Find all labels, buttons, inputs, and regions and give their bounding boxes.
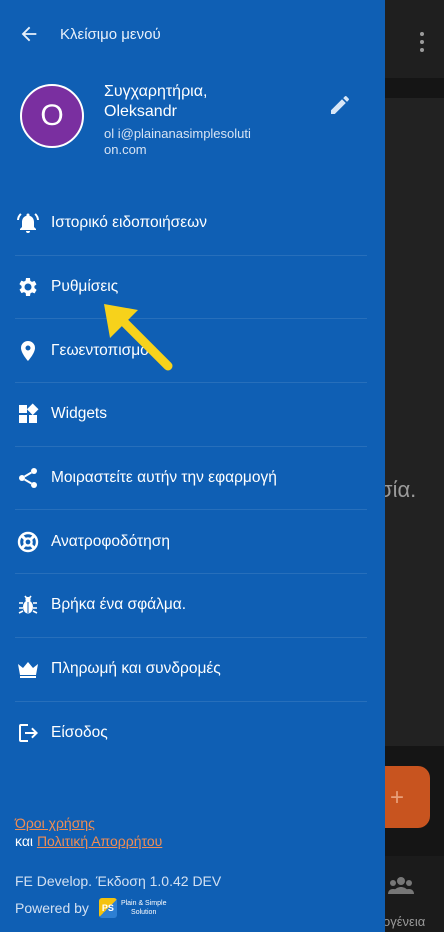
legal-links: Όροι χρήσης και Πολιτική Απορρήτου (15, 814, 375, 850)
menu-item-login[interactable]: Είσοδος (15, 702, 367, 766)
menu-item-label: Μοιραστείτε αυτήν την εφαρμογή (51, 469, 277, 487)
terms-of-use-link[interactable]: Όροι χρήσης (15, 815, 95, 831)
menu-item-label: Πληρωμή και συνδρομές (51, 660, 221, 678)
overflow-menu-icon[interactable] (420, 32, 426, 54)
menu-item-settings[interactable]: Ρυθμίσεις (15, 256, 367, 320)
menu-item-label: Ανατροφοδότηση (51, 532, 170, 550)
login-icon (15, 720, 41, 746)
menu-item-label: Widgets (51, 405, 107, 423)
arrow-back-icon (21, 26, 37, 42)
greeting: Συγχαρητήρια, Oleksandr (104, 82, 207, 122)
logo-text-line2: Solution (131, 909, 157, 916)
drawer-menu: Ιστορικό ειδοποιήσεων Ρυθμίσεις Γεωεντοπ… (15, 192, 367, 765)
annotation-arrow-icon (104, 304, 173, 371)
location-pin-icon (15, 338, 41, 364)
and-text: και (15, 833, 34, 849)
close-menu-label: Κλείσιμο μενού (60, 25, 161, 43)
group-icon[interactable] (388, 876, 414, 894)
menu-item-share-app[interactable]: Μοιραστείτε αυτήν την εφαρμογή (15, 447, 367, 511)
bell-ringing-icon (15, 210, 41, 236)
menu-item-widgets[interactable]: Widgets (15, 383, 367, 447)
navigation-drawer: Κλείσιμο μενού O Συγχαρητήρια, Oleksandr… (0, 0, 385, 932)
app-top-bar (385, 0, 444, 78)
add-fab-button[interactable] (380, 766, 430, 828)
edit-pencil-icon[interactable] (328, 93, 352, 117)
user-name: Oleksandr (104, 103, 177, 120)
user-profile: O Συγχαρητήρια, Oleksandr ol i@plainanas… (20, 82, 365, 182)
share-icon (15, 465, 41, 491)
company-logo[interactable]: PS Plain & Simple Solution (98, 898, 167, 918)
ps-logo-mark: PS (98, 898, 117, 918)
menu-item-notification-history[interactable]: Ιστορικό ειδοποιήσεων (15, 192, 367, 256)
plus-icon: + (390, 784, 405, 811)
logo-text-line1: Plain & Simple (120, 900, 167, 907)
menu-item-label: Βρήκα ένα σφάλμα. (51, 596, 187, 614)
powered-by: Powered by PS Plain & Simple Solution (15, 898, 166, 918)
user-email: ol i@plainanasimplesolution.com (104, 126, 251, 157)
content-card-text: σία. (385, 477, 417, 502)
menu-item-feedback[interactable]: Ανατροφοδότηση (15, 510, 367, 575)
menu-item-report-bug[interactable]: Βρήκα ένα σφάλμα. (15, 574, 367, 638)
greeting-line: Συγχαρητήρια, (104, 83, 208, 100)
ps-logo-text: Plain & Simple Solution (121, 899, 167, 917)
avatar[interactable]: O (20, 84, 84, 148)
gear-icon (15, 274, 41, 300)
bug-icon (15, 592, 41, 618)
close-menu-button[interactable]: Κλείσιμο μενού (18, 20, 161, 48)
crown-icon (15, 656, 41, 682)
menu-item-label: Ιστορικό ειδοποιήσεων (51, 214, 208, 232)
menu-item-payment-subscriptions[interactable]: Πληρωμή και συνδρομές (15, 638, 367, 702)
menu-item-label: Είσοδος (51, 724, 108, 742)
bottom-nav-label: ογένεια (385, 914, 426, 929)
content-card (385, 98, 444, 746)
lifebuoy-icon (15, 529, 41, 555)
menu-item-label: Ρυθμίσεις (51, 278, 119, 296)
menu-item-geolocation[interactable]: Γεωεντοπισμός (15, 319, 367, 384)
privacy-policy-link[interactable]: Πολιτική Απορρήτου (37, 833, 162, 849)
app-version: FE Develop. Έκδοση 1.0.42 DEV (15, 873, 222, 889)
powered-by-label: Powered by (15, 900, 89, 916)
widgets-icon (15, 401, 41, 427)
